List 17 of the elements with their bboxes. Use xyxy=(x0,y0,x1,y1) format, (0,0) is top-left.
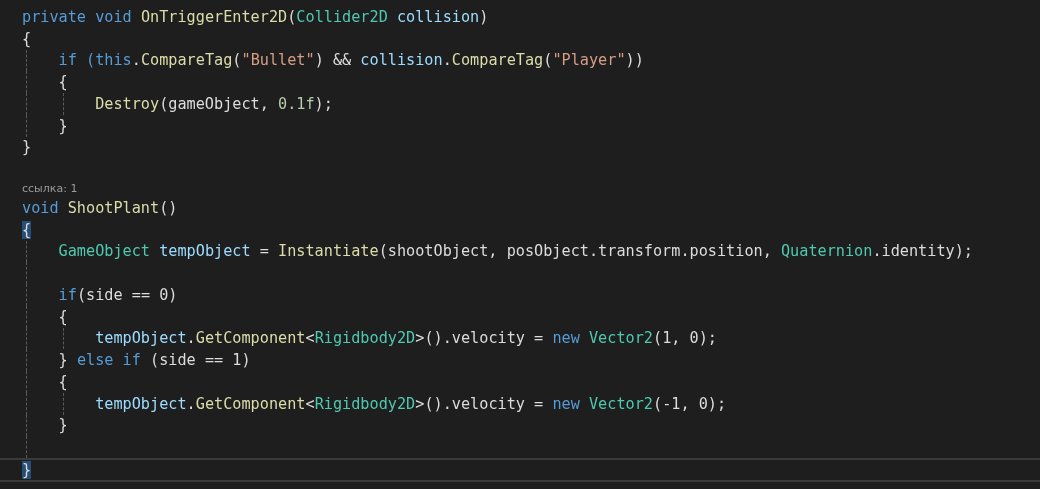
code-line: GameObject tempObject = Instantiate(shootObject, posObject.transform.position, Quaternion.identity); xyxy=(57,242,973,261)
code-line: Destroy(gameObject, 0.1f); xyxy=(94,94,333,113)
code-line: void ShootPlant() xyxy=(22,198,178,217)
code-line: } else if (side == 1) xyxy=(57,351,251,370)
code-line: if (this.CompareTag("Bullet") && collision.CompareTag("Player")) xyxy=(57,51,644,70)
code-line: tempObject.GetComponent<Rigidbody2D>().velocity = new Vector2(1, 0); xyxy=(94,329,717,348)
code-line: { xyxy=(57,372,68,391)
code-line: } xyxy=(22,138,32,157)
reference-count-label[interactable]: ссылка: 1 xyxy=(22,182,78,195)
code-line: { xyxy=(22,29,32,48)
code-line: private void OnTriggerEnter2D(Collider2D collision) xyxy=(22,7,489,26)
code-line: { xyxy=(57,307,68,326)
code-line: } xyxy=(57,116,68,135)
code-line: tempObject.GetComponent<Rigidbody2D>().velocity = new Vector2(-1, 0); xyxy=(94,394,727,413)
code-line: { xyxy=(57,73,68,92)
code-line: } xyxy=(57,416,68,435)
code-line: if(side == 0) xyxy=(57,285,178,304)
